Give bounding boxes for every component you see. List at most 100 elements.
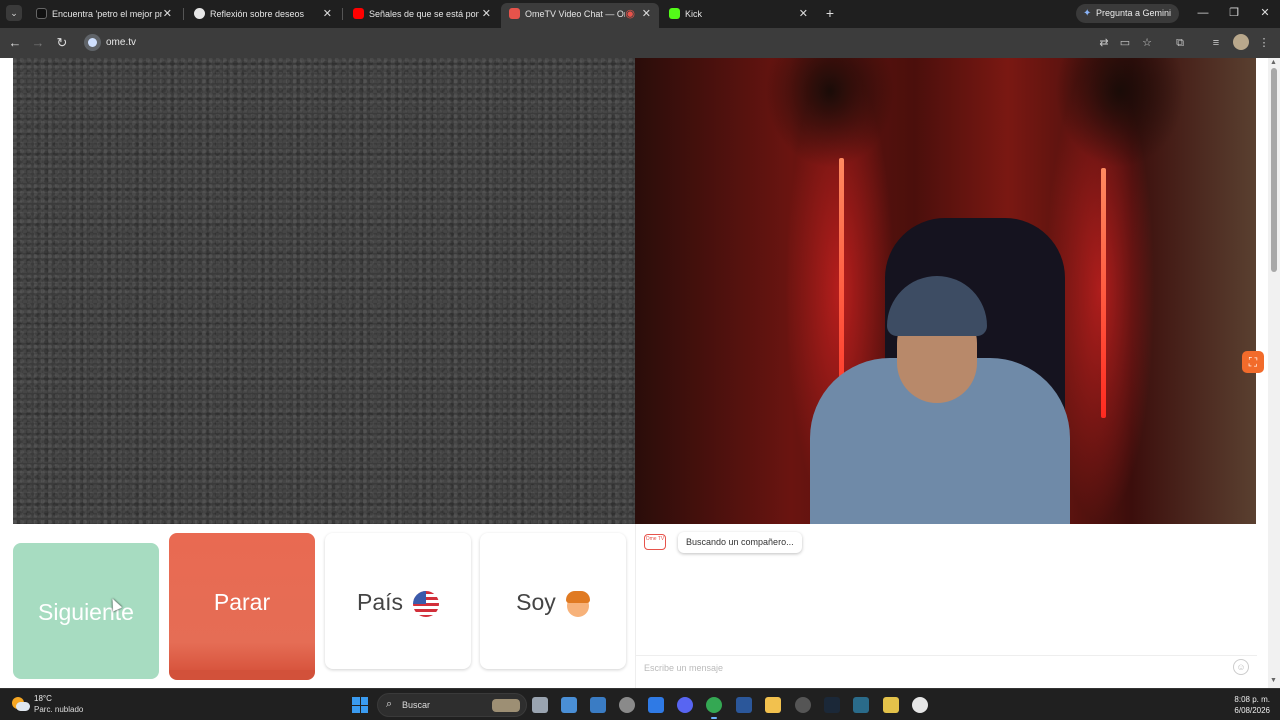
country-label: País: [356, 589, 404, 615]
us-flag-icon: [413, 590, 440, 617]
weather-partly-cloudy-icon[interactable]: [12, 695, 30, 713]
kick-icon: [669, 8, 680, 19]
close-icon[interactable]: ✕: [642, 3, 651, 25]
cast-icon[interactable]: ▭: [1117, 35, 1133, 51]
search-icon: ⌕: [386, 698, 393, 710]
notes-app-icon[interactable]: [883, 697, 899, 713]
boy-avatar-icon: [565, 590, 590, 617]
screenshot-tool-icon[interactable]: ⛶: [1242, 351, 1264, 373]
more-menu-icon[interactable]: ⋮: [1256, 35, 1272, 51]
palm-plant: [765, 58, 895, 168]
weather-temperature[interactable]: 18°C: [34, 694, 52, 703]
led-light-strip: [1101, 168, 1106, 418]
gender-button[interactable]: Soy: [480, 533, 626, 669]
word-icon[interactable]: [736, 697, 752, 713]
gender-label: Soy: [516, 589, 556, 615]
chrome-icon[interactable]: [706, 697, 722, 719]
youtube-icon: [353, 8, 364, 19]
windows-start-icon[interactable]: [352, 697, 368, 713]
status-message-bubble: Buscando un compañero...: [678, 532, 802, 553]
bookmark-star-icon[interactable]: ☆: [1139, 35, 1155, 51]
tab-0[interactable]: Encuentra 'petro el mejor presi ✕: [28, 3, 180, 25]
tab-4[interactable]: Kick ✕: [661, 3, 816, 25]
clock-date: 6/08/2026: [1234, 706, 1270, 715]
minimize-icon[interactable]: —: [1195, 4, 1211, 22]
reading-list-icon[interactable]: ≡: [1208, 35, 1224, 51]
recording-icon: ◉: [625, 8, 635, 20]
window-close-icon[interactable]: ✕: [1257, 4, 1273, 22]
country-button[interactable]: País: [325, 533, 471, 669]
system-clock[interactable]: 8:08 p. m. 6/08/2026: [1222, 694, 1270, 716]
next-button-label: Siguiente: [38, 599, 134, 625]
weather-description[interactable]: Parc. nublado: [34, 705, 83, 714]
close-icon[interactable]: ✕: [482, 3, 491, 25]
media-player-icon[interactable]: [912, 697, 928, 713]
chat-divider: [636, 655, 1257, 656]
obs-icon[interactable]: [795, 697, 811, 713]
new-tab-button[interactable]: +: [822, 5, 838, 21]
discord-icon[interactable]: [677, 697, 693, 713]
close-icon[interactable]: ✕: [163, 3, 172, 25]
chat-message-input[interactable]: [644, 661, 1204, 675]
tab-search-chevron-icon[interactable]: ⌄: [6, 5, 22, 21]
search-highlight-image: [492, 699, 520, 712]
tab-label: OmeTV Video Chat — Ome: [525, 9, 625, 19]
gemini-label: Pregunta a Gemini: [1096, 8, 1172, 18]
tab-1[interactable]: Reflexión sobre deseos ✕: [186, 3, 340, 25]
tiktok-icon: [36, 8, 47, 19]
ometv-logo-icon: Ome TV: [644, 534, 666, 550]
browser-toolbar: ← → ↻ ome.tv ⇄ ▭ ☆ ⧉ ≡ ⋮: [0, 28, 1280, 58]
emoji-icon[interactable]: ☺: [1233, 659, 1249, 675]
windows-taskbar: 18°C Parc. nublado ⌕ Buscar 8:08 p. m. 6…: [0, 688, 1280, 720]
stop-button[interactable]: Parar: [169, 533, 315, 680]
page-scrollbar[interactable]: ▲ ▼: [1268, 58, 1280, 688]
translate-icon[interactable]: ⇄: [1096, 35, 1112, 51]
tab-label: Reflexión sobre deseos: [210, 9, 305, 19]
ometv-icon: [509, 8, 520, 19]
taskbar-search[interactable]: ⌕ Buscar: [377, 693, 527, 717]
tab-divider: [183, 8, 184, 20]
microsoft-store-icon[interactable]: [561, 697, 577, 713]
tab-2[interactable]: Señales de que se está poniend ✕: [345, 3, 499, 25]
gemini-sparkle-icon: ✦: [1083, 8, 1092, 19]
close-icon[interactable]: ✕: [799, 3, 808, 25]
scroll-up-icon[interactable]: ▲: [1270, 59, 1277, 66]
tab-label: Kick: [685, 9, 703, 19]
partner-video-static: [13, 58, 635, 524]
settings-gear-icon[interactable]: [619, 697, 635, 713]
forward-arrow-icon[interactable]: →: [29, 34, 47, 52]
taskbar-search-label: Buscar: [402, 700, 431, 710]
file-explorer-icon[interactable]: [765, 697, 781, 713]
profile-avatar[interactable]: [1233, 34, 1249, 50]
palm-plant: [1055, 58, 1185, 168]
restore-icon[interactable]: ❐: [1226, 4, 1242, 22]
scrollbar-thumb[interactable]: [1271, 68, 1277, 272]
close-icon[interactable]: ✕: [323, 3, 332, 25]
reload-icon[interactable]: ↻: [53, 34, 71, 52]
stop-button-label: Parar: [213, 589, 271, 615]
app-launcher-icon[interactable]: [853, 697, 869, 713]
extensions-icon[interactable]: ⧉: [1172, 35, 1188, 51]
tab-label: Encuentra 'petro el mejor presi: [52, 9, 162, 19]
address-bar-url[interactable]: ome.tv: [106, 34, 136, 52]
cloud-shape: [16, 702, 30, 711]
next-button[interactable]: Siguiente: [13, 543, 159, 679]
task-view-icon[interactable]: [532, 697, 548, 713]
tab-3-active[interactable]: OmeTV Video Chat — Ome ◉ ✕: [501, 3, 659, 28]
defender-shield-icon[interactable]: [648, 697, 664, 713]
scroll-down-icon[interactable]: ▼: [1270, 677, 1277, 684]
steam-icon[interactable]: [824, 697, 840, 713]
tab-label: Señales de que se está poniend: [369, 9, 479, 19]
country-button-content: País: [325, 588, 471, 617]
photos-icon[interactable]: [590, 697, 606, 713]
ometv-page: ⛶ Siguiente Parar País Soy Ome TV Buscan…: [0, 58, 1280, 688]
gemini-button[interactable]: ✦ Pregunta a Gemini: [1076, 4, 1180, 23]
chatgpt-icon: [194, 8, 205, 19]
self-camera-video: [635, 58, 1256, 524]
back-arrow-icon[interactable]: ←: [6, 34, 24, 52]
gender-button-content: Soy: [480, 588, 626, 617]
site-info-icon[interactable]: [84, 34, 101, 51]
chat-panel: Ome TV Buscando un compañero... ☺: [635, 524, 1257, 688]
tab-divider: [342, 8, 343, 20]
clock-time: 8:08 p. m.: [1234, 695, 1270, 704]
